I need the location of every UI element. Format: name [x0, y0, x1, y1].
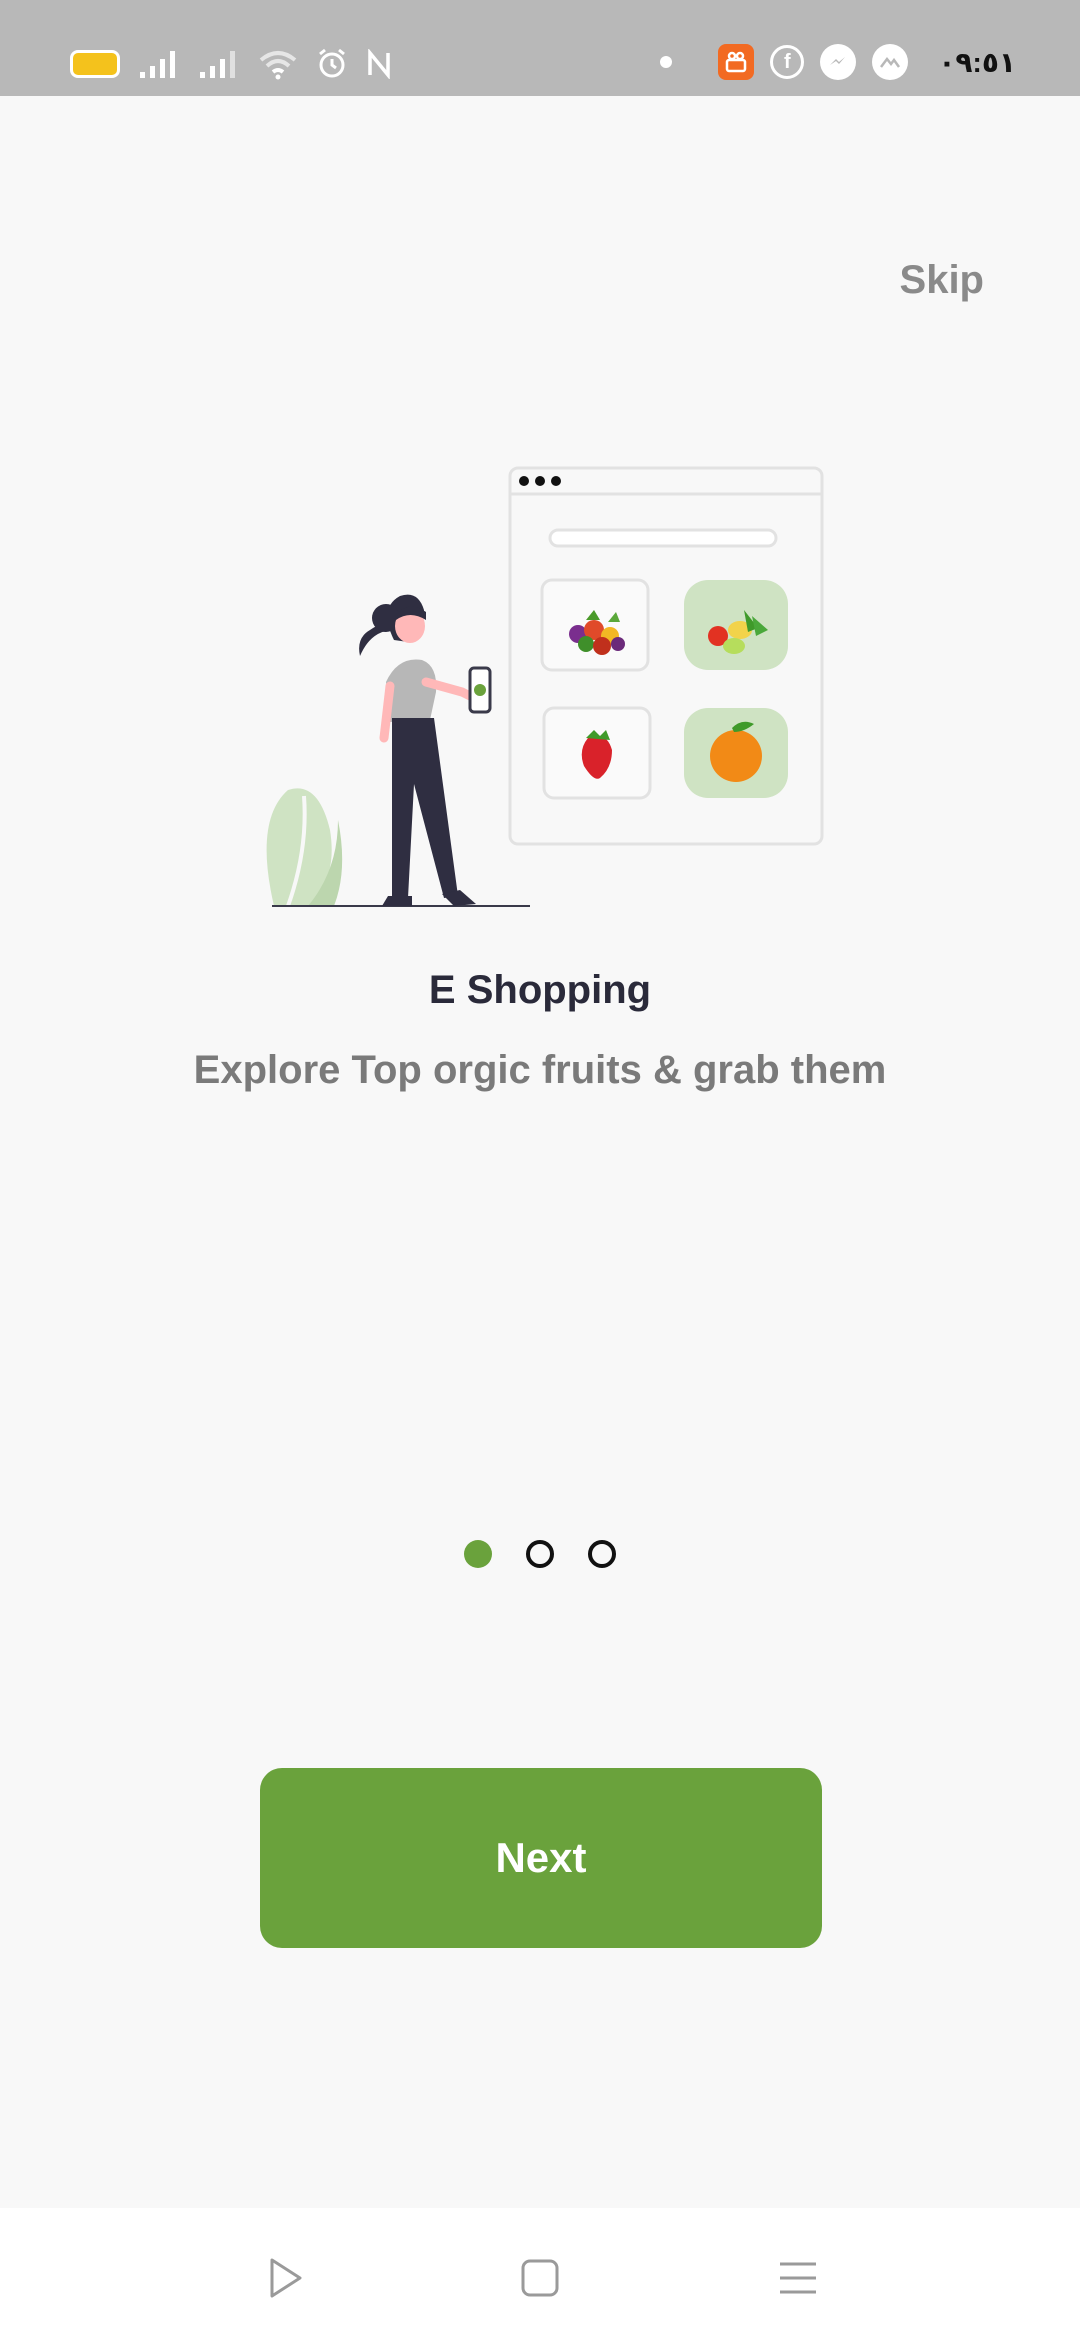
- status-bar-right: f ٠٩:٥١: [660, 44, 1016, 80]
- next-button[interactable]: Next: [260, 1768, 822, 1948]
- battery-icon: [70, 50, 120, 78]
- page-indicator: [0, 1540, 1080, 1568]
- wifi-icon: [258, 48, 298, 80]
- alarm-icon: [316, 48, 348, 80]
- page-dot[interactable]: [526, 1540, 554, 1568]
- home-icon[interactable]: [510, 2248, 570, 2308]
- skip-button[interactable]: Skip: [900, 258, 984, 303]
- menu-icon[interactable]: [768, 2248, 828, 2308]
- signal-icon: [138, 48, 180, 80]
- app-icon: [718, 44, 755, 80]
- onboarding-illustration: [248, 460, 848, 920]
- page-subtitle: Explore Top orgic fruits & grab them: [193, 1048, 887, 1092]
- status-bar-left: [70, 48, 392, 80]
- app-icon: [872, 44, 909, 80]
- page-dot[interactable]: [588, 1540, 616, 1568]
- signal-icon: [198, 48, 240, 80]
- page-title: E Shopping: [428, 968, 652, 1012]
- clock: ٠٩:٥١: [938, 46, 1016, 78]
- nfc-icon: [366, 49, 392, 79]
- facebook-icon: f: [770, 45, 805, 79]
- status-bar: f ٠٩:٥١: [0, 0, 1080, 96]
- page-dot-active[interactable]: [464, 1540, 492, 1568]
- messenger-icon: [820, 44, 857, 80]
- notification-dot: [660, 56, 673, 68]
- navigation-bar: [0, 2208, 1080, 2340]
- back-icon[interactable]: [254, 2248, 314, 2308]
